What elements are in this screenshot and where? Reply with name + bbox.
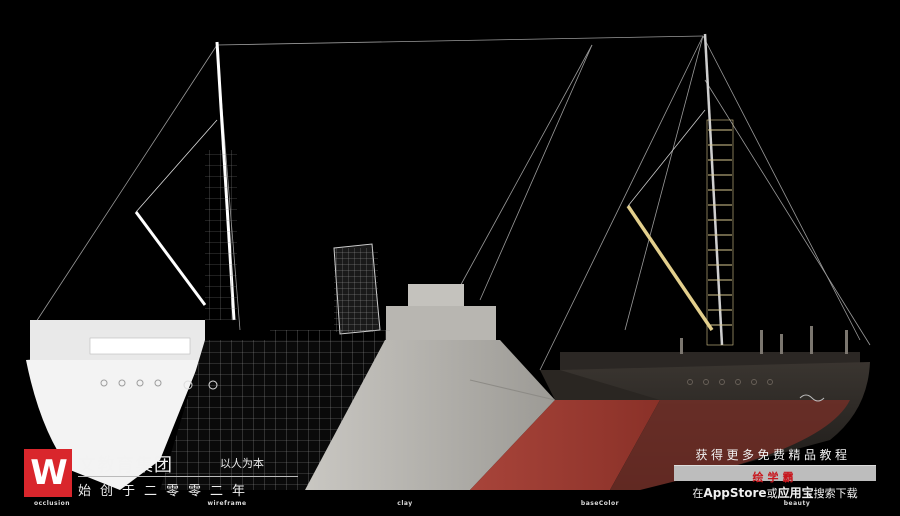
pass-label-basecolor: baseColor: [580, 500, 620, 507]
pass-label-occlusion: occlusion: [33, 500, 71, 507]
brand-divider: [78, 476, 298, 477]
brand-founded: 始创于二零零二年: [78, 484, 255, 499]
ship-render-scene: [26, 33, 871, 490]
pass-label-beauty: beauty: [783, 500, 811, 507]
brand-name: 文教育集团: [78, 455, 173, 476]
brand-slogan: 以人为本: [220, 457, 264, 470]
brand-logo-letter: W: [30, 453, 67, 493]
promo-headline: 获得更多免费精品教程: [695, 448, 851, 462]
brand-watermark: W 文教育集团 以人为本 始创于二零零二年: [24, 449, 304, 505]
pass-label-clay: clay: [397, 500, 413, 507]
promo-store-appstore: AppStore: [703, 486, 767, 500]
funnel: [333, 243, 381, 335]
pass-label-wireframe: wireframe: [207, 500, 247, 507]
promo-mid: 或: [766, 487, 778, 500]
promo-download-text: 在AppStore或应用宝搜索下载: [670, 484, 880, 501]
promo-app-name: 绘学霸: [752, 471, 798, 484]
mainmast: [626, 33, 734, 346]
brand-logo: W: [24, 449, 72, 497]
promo-suffix: 搜索下载: [813, 487, 858, 500]
promo-prefix: 在: [692, 487, 704, 500]
foremast: [134, 41, 237, 321]
promo-app-badge: 绘学霸: [674, 465, 876, 484]
promo-watermark: 获得更多免费精品教程 绘学霸 在AppStore或应用宝搜索下载: [670, 446, 880, 502]
promo-store-yingyongbao: 应用宝: [777, 486, 814, 500]
